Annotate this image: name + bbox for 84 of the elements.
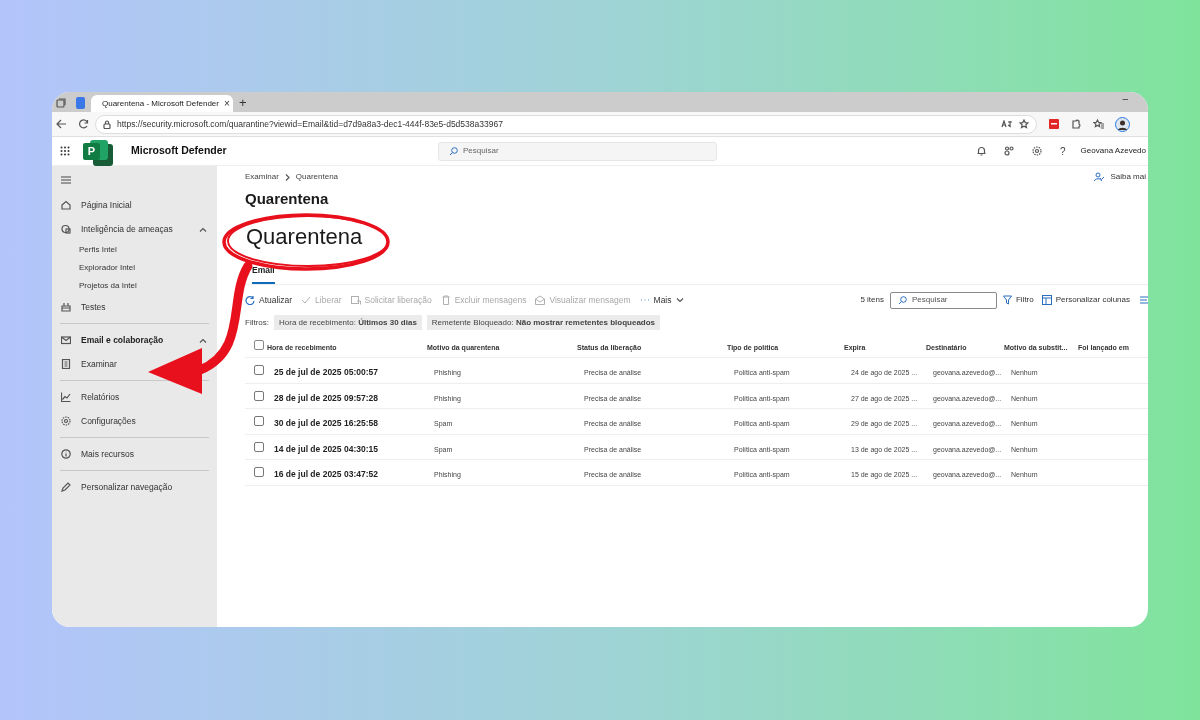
nav-subitem[interactable]: Explorador Intel [52, 259, 217, 277]
toolbar-button[interactable]: Mais [639, 293, 684, 307]
table-cell: 25 de jul de 2025 05:00:57 [274, 367, 378, 378]
nav-item[interactable]: Personalizar navegação [52, 475, 217, 499]
app-name: Microsoft Defender [131, 143, 228, 159]
info-icon [61, 449, 71, 459]
notifications-icon[interactable] [977, 146, 987, 156]
learn-more-link[interactable]: Saiba mai [1110, 171, 1146, 183]
home-icon [61, 200, 71, 210]
search-icon [449, 146, 458, 156]
tab-actions-icon[interactable] [56, 98, 66, 108]
nav-item[interactable]: Inteligência de ameaças [52, 217, 217, 241]
item-count: 5 itens [860, 294, 884, 306]
nav-item[interactable]: Email e colaboração [52, 328, 217, 352]
search-field[interactable]: Pesquisar [438, 141, 717, 161]
nav-item[interactable]: Testes [52, 295, 217, 319]
row-checkbox[interactable] [254, 390, 264, 401]
tab-title: Quarentena - Microsoft Defender [102, 97, 219, 110]
nav-subitem[interactable]: Projetos da Intel [52, 277, 217, 295]
user-name[interactable]: Geovana Azevedo [1080, 145, 1146, 157]
settings-icon[interactable] [1032, 146, 1043, 156]
back-icon[interactable] [56, 119, 67, 129]
browser-tab[interactable]: Quarentena - Microsoft Defender × [91, 95, 233, 112]
nav-item[interactable]: Examinar [52, 352, 217, 376]
filters-label: Filtros: [245, 316, 269, 329]
highlighted-title: Quarentena [246, 224, 363, 250]
close-tab-button[interactable]: × [223, 98, 230, 109]
chevron-up-icon[interactable] [199, 337, 207, 343]
envelope-icon [535, 295, 546, 305]
menu-icon[interactable] [61, 176, 71, 184]
nav-subitem[interactable]: Perfis Intel [52, 241, 217, 259]
nav-item[interactable]: Configurações [52, 409, 217, 433]
table-cell: 14 de jul de 2025 04:30:15 [274, 443, 378, 454]
breadcrumb-item[interactable]: Examinar [245, 171, 279, 183]
extensions-icon[interactable] [1071, 119, 1081, 129]
nav-item[interactable]: Relatórios [52, 385, 217, 409]
connections-icon[interactable] [1004, 146, 1015, 156]
chevron-down-icon [675, 297, 684, 303]
search-icon [897, 295, 907, 305]
customize-columns-button[interactable]: Personalizar colunas [1041, 294, 1130, 306]
settings-icon [61, 416, 71, 426]
row-checkbox[interactable] [254, 441, 264, 452]
profile-avatar[interactable] [1115, 116, 1130, 132]
filter-chip[interactable]: Hora de recebimento: Últimos 30 dias [274, 315, 422, 330]
nav-item[interactable]: Página Inicial [52, 193, 217, 217]
lock-icon [103, 119, 111, 129]
select-all-checkbox[interactable] [254, 340, 264, 350]
people-icon [1094, 172, 1105, 182]
chevron-up-icon[interactable] [199, 226, 207, 232]
mail-icon [61, 335, 71, 345]
chart-icon [61, 392, 71, 402]
table-cell: 16 de jul de 2025 03:47:52 [274, 469, 378, 480]
document-icon [61, 359, 71, 369]
table-cell: 28 de jul de 2025 09:57:28 [274, 392, 378, 403]
extension-icon[interactable] [1049, 119, 1059, 129]
row-checkbox[interactable] [254, 467, 264, 478]
star-icon[interactable] [1019, 119, 1029, 129]
trash-icon [440, 295, 451, 305]
app-logo: P [83, 140, 113, 166]
filter-chip[interactable]: Remetente Bloqueado: Não mostrar remetentes bloqueados [426, 315, 661, 330]
table-cell: 30 de jul de 2025 16:25:58 [274, 418, 378, 429]
filter-button[interactable]: Filtro [1002, 294, 1034, 306]
chevron-right-icon [284, 173, 290, 181]
table-search-field[interactable]: Pesquisar [889, 291, 997, 309]
favorites-icon[interactable] [1093, 119, 1105, 129]
row-checkbox[interactable] [254, 365, 264, 376]
read-aloud-icon[interactable] [1001, 120, 1013, 128]
address-field[interactable]: https://security.microsoft.com/quarantine?viewid=Email&tid=d7d9a8a3-dec1-444f-83e5-d5d538a33967 [95, 114, 1037, 134]
reload-icon[interactable] [79, 119, 89, 129]
check-icon [301, 295, 312, 305]
refresh-icon [245, 295, 255, 305]
app-launcher-icon[interactable] [60, 146, 70, 156]
url-text: https://security.microsoft.com/quarantine?viewid=Email&tid=d7d9a8a3-dec1-444f-83e5-d5d538a33967 [117, 117, 504, 131]
page-title: Quarentena [245, 190, 329, 208]
row-checkbox[interactable] [254, 416, 264, 427]
minimize-button[interactable]: – [1122, 92, 1128, 106]
columns-icon [1041, 295, 1052, 305]
new-tab-button[interactable]: + [239, 96, 247, 109]
filter-icon [1002, 295, 1013, 305]
help-button[interactable]: ? [1060, 143, 1066, 159]
pencil-icon [61, 482, 71, 492]
nav-item[interactable]: Mais recursos [52, 442, 217, 466]
toolbar-button[interactable]: Atualizar [245, 293, 293, 307]
breadcrumb-item: Quarentena [295, 171, 339, 183]
